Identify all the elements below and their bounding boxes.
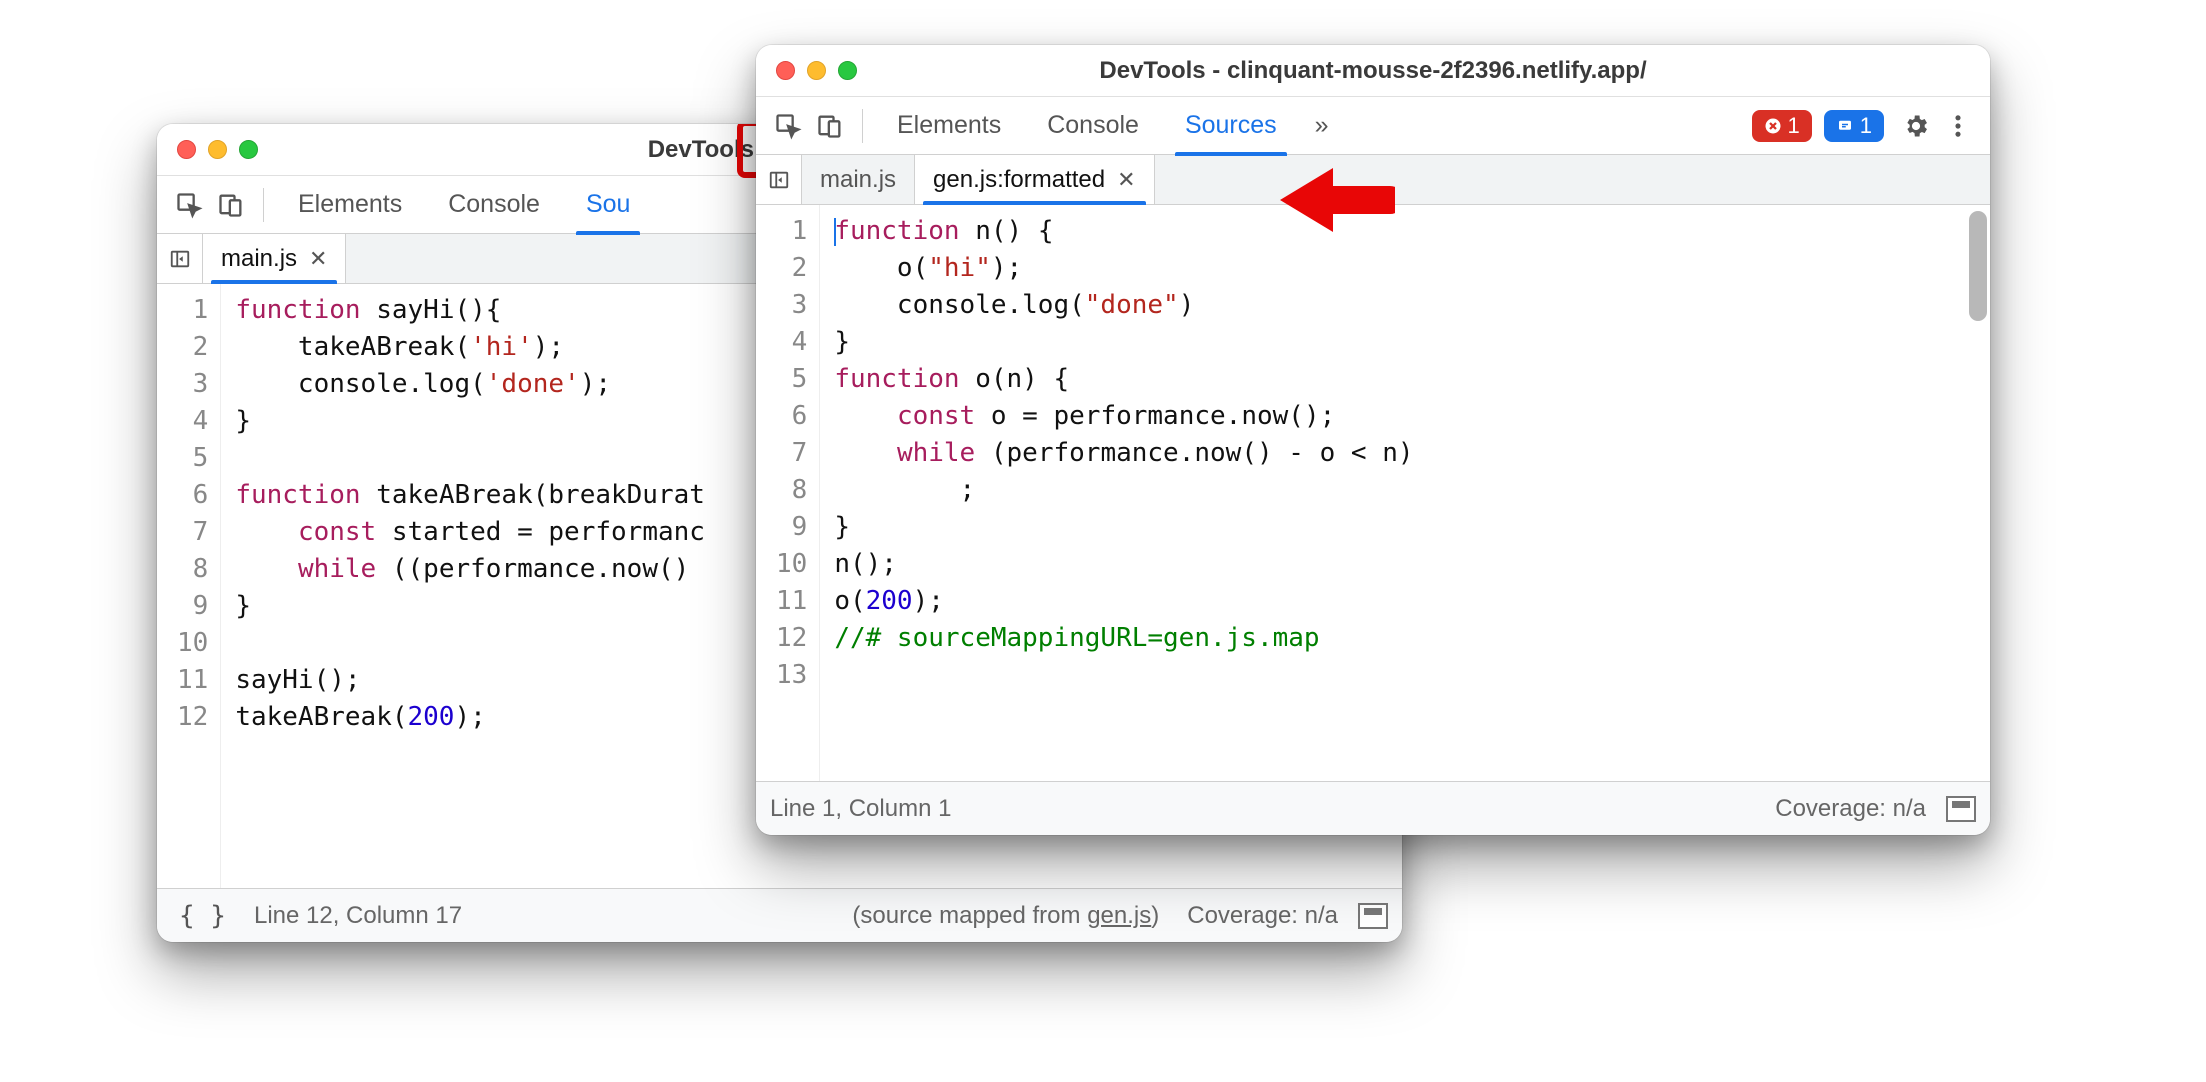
annotation-arrow-icon — [1275, 160, 1395, 240]
error-badge[interactable]: 1 — [1752, 110, 1812, 142]
issues-count: 1 — [1860, 113, 1872, 139]
line-gutter: 1 2 3 4 5 6 7 8 9 10 11 12 — [157, 284, 221, 888]
file-tab-label: main.js — [820, 166, 896, 194]
status-bar: { } Line 12, Column 17 (source mapped fr… — [157, 888, 1402, 942]
file-tab-gen-js-formatted[interactable]: gen.js:formatted ✕ — [915, 155, 1155, 204]
close-icon[interactable] — [177, 140, 196, 159]
file-tab-main-js[interactable]: main.js ✕ — [203, 234, 346, 283]
zoom-icon[interactable] — [838, 61, 857, 80]
issues-badge[interactable]: 1 — [1824, 110, 1884, 142]
zoom-icon[interactable] — [239, 140, 258, 159]
cursor-position: Line 12, Column 17 — [254, 902, 462, 930]
cursor-position: Line 1, Column 1 — [770, 795, 951, 823]
code-editor[interactable]: 1 2 3 4 5 6 7 8 9 10 11 12 13 function n… — [756, 205, 1990, 781]
minimize-icon[interactable] — [807, 61, 826, 80]
divider — [263, 188, 264, 222]
device-toggle-icon[interactable] — [211, 185, 251, 225]
source-code[interactable]: function n() { o("hi"); console.log("don… — [820, 205, 1427, 781]
kebab-menu-icon[interactable] — [1938, 106, 1978, 146]
file-tab-label: main.js — [221, 245, 297, 273]
close-icon[interactable]: ✕ — [309, 248, 327, 270]
file-tab-main-js[interactable]: main.js — [802, 155, 915, 204]
navigator-toggle-icon[interactable] — [157, 234, 203, 283]
line-gutter: 1 2 3 4 5 6 7 8 9 10 11 12 13 — [756, 205, 820, 781]
file-tab-label: gen.js:formatted — [933, 166, 1105, 194]
panel-tab-console[interactable]: Console — [426, 176, 562, 234]
close-icon[interactable] — [776, 61, 795, 80]
navigator-toggle-icon[interactable] — [756, 155, 802, 204]
inspect-icon[interactable] — [169, 185, 209, 225]
drawer-toggle-icon[interactable] — [1358, 903, 1388, 929]
error-icon — [1764, 117, 1782, 135]
drawer-toggle-icon[interactable] — [1946, 796, 1976, 822]
inspect-icon[interactable] — [768, 106, 808, 146]
traffic-lights — [776, 61, 857, 80]
traffic-lights — [177, 140, 258, 159]
pretty-print-icon[interactable]: { } — [171, 899, 234, 933]
panel-tab-sources[interactable]: Sources — [1163, 97, 1299, 155]
status-bar: Line 1, Column 1 Coverage: n/a — [756, 781, 1990, 835]
error-count: 1 — [1788, 113, 1800, 139]
panel-tab-console[interactable]: Console — [1025, 97, 1161, 155]
more-panels-icon[interactable]: » — [1301, 97, 1343, 155]
info-icon — [1836, 117, 1854, 135]
panel-tab-sources[interactable]: Sou — [564, 176, 652, 234]
scrollbar-thumb[interactable] — [1969, 211, 1987, 321]
window-title: DevTools - clinquant-mousse-2f2396.netli… — [1099, 57, 1646, 85]
devtools-toolbar: Elements Console Sources » 1 1 — [756, 97, 1990, 155]
minimize-icon[interactable] — [208, 140, 227, 159]
device-toggle-icon[interactable] — [810, 106, 850, 146]
coverage-info: Coverage: n/a — [1187, 902, 1338, 930]
close-icon[interactable]: ✕ — [1117, 169, 1135, 191]
settings-icon[interactable] — [1896, 106, 1936, 146]
divider — [862, 109, 863, 143]
coverage-info: Coverage: n/a — [1775, 795, 1926, 823]
source-mapped-info[interactable]: (source mapped from gen.js) — [852, 902, 1159, 930]
titlebar: DevTools - clinquant-mousse-2f2396.netli… — [756, 45, 1990, 97]
source-code[interactable]: function sayHi(){ takeABreak('hi'); cons… — [221, 284, 719, 888]
panel-tab-elements[interactable]: Elements — [875, 97, 1023, 155]
panel-tab-elements[interactable]: Elements — [276, 176, 424, 234]
source-map-link[interactable]: gen.js — [1087, 902, 1151, 929]
